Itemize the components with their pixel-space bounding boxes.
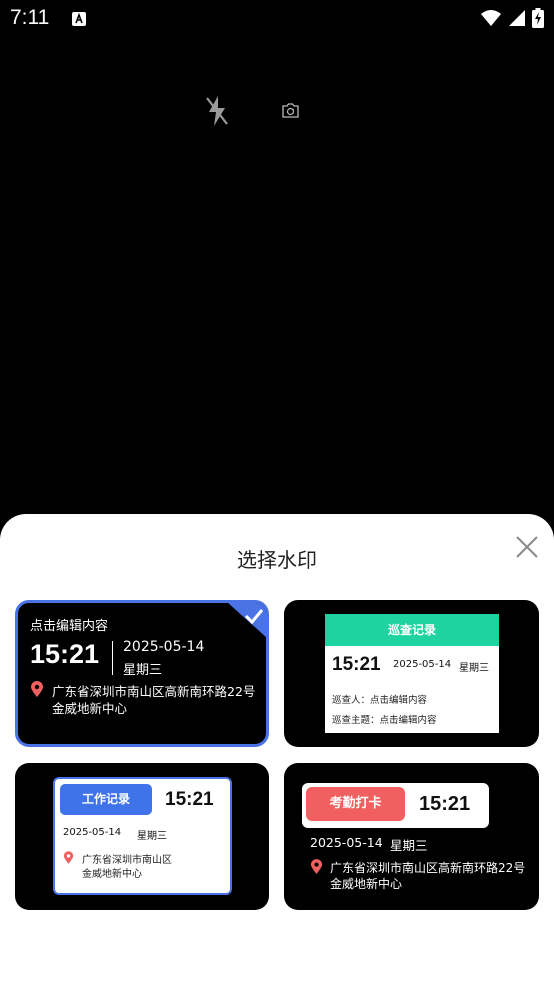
attendance-header-box: 考勤打卡 15:21: [302, 783, 489, 828]
address-line-1: 广东省深圳市南山区高新南环路22号: [330, 861, 526, 875]
watermark-date: 2025-05-14: [63, 827, 122, 838]
a-letter-icon: [72, 12, 86, 26]
location-pin-icon: [63, 851, 74, 864]
check-icon: [228, 603, 266, 638]
address-line-2: 金威地新中心: [330, 877, 403, 891]
status-bar: 7:11: [0, 0, 554, 40]
address-line-2: 金威地新中心: [82, 869, 142, 880]
close-icon[interactable]: [514, 534, 540, 560]
work-record-badge: 工作记录: [60, 784, 152, 815]
edit-content-label: 点击编辑内容: [30, 619, 109, 634]
status-time: 7:11: [10, 6, 50, 29]
watermark-time: 15:21: [419, 793, 471, 815]
watermark-sheet: 选择水印 点击编辑内容 15:21 2025-05-14 星期三 广东省深圳市南…: [0, 514, 554, 984]
inspection-panel: 巡查记录 15:21 2025-05-14 星期三 巡查人：点击编辑内容 巡查主…: [325, 614, 499, 733]
inspection-subject-field: 巡查主题：点击编辑内容: [332, 715, 437, 726]
work-record-panel: 工作记录 15:21 2025-05-14 星期三 广东省深圳市南山区 金威地新…: [53, 777, 232, 895]
signal-icon: [509, 10, 525, 26]
status-icons: [480, 8, 544, 28]
watermark-card-inspection[interactable]: 巡查记录 15:21 2025-05-14 星期三 巡查人：点击编辑内容 巡查主…: [284, 600, 539, 747]
watermark-weekday: 星期三: [390, 838, 428, 853]
attendance-badge: 考勤打卡: [306, 787, 405, 821]
wifi-icon: [481, 10, 501, 26]
inspection-header: 巡查记录: [325, 614, 499, 646]
address-line-2: 金威地新中心: [52, 701, 128, 716]
watermark-weekday: 星期三: [123, 663, 163, 678]
watermark-card-basic[interactable]: 点击编辑内容 15:21 2025-05-14 星期三 广东省深圳市南山区高新南…: [15, 600, 269, 747]
location-pin-icon: [31, 681, 43, 697]
flash-off-icon[interactable]: [204, 94, 230, 128]
switch-camera-icon[interactable]: [282, 102, 299, 118]
sheet-title: 选择水印: [237, 548, 317, 572]
watermark-date: 2025-05-14: [123, 639, 205, 655]
watermark-weekday: 星期三: [459, 663, 489, 674]
watermark-date: 2025-05-14: [393, 659, 452, 670]
inspector-field: 巡查人：点击编辑内容: [332, 695, 428, 706]
watermark-time: 15:21: [332, 654, 381, 675]
watermark-time: 15:21: [165, 789, 214, 810]
location-pin-icon: [310, 859, 323, 874]
divider: [112, 641, 113, 675]
watermark-time: 15:21: [30, 639, 100, 669]
battery-charging-icon: [532, 8, 544, 28]
watermark-date: 2025-05-14: [310, 835, 383, 850]
watermark-card-attendance[interactable]: 考勤打卡 15:21 2025-05-14 星期三 广东省深圳市南山区高新南环路…: [284, 763, 539, 910]
watermark-weekday: 星期三: [137, 831, 167, 842]
address-line-1: 广东省深圳市南山区: [82, 855, 172, 866]
watermark-card-work-record[interactable]: 工作记录 15:21 2025-05-14 星期三 广东省深圳市南山区 金威地新…: [15, 763, 269, 910]
